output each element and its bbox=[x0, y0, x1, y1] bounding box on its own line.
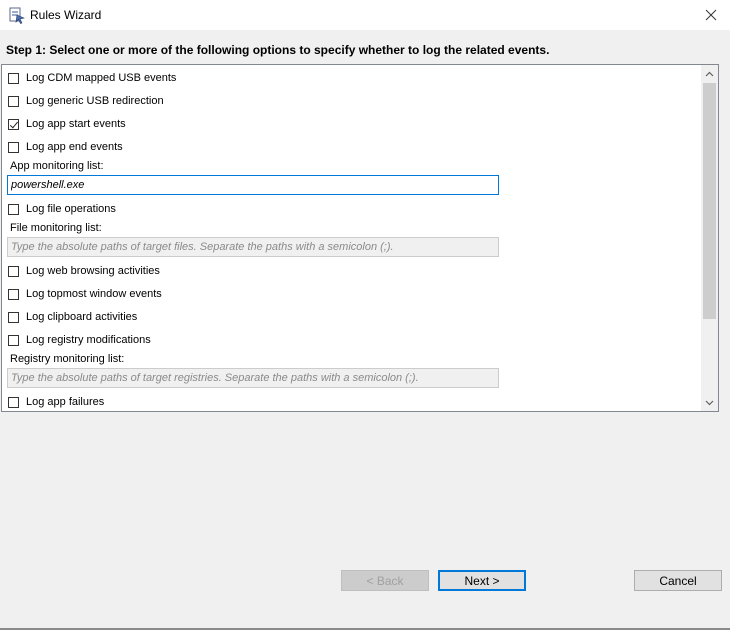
option-label: Log file operations bbox=[26, 203, 116, 215]
title-bar: Rules Wizard bbox=[0, 0, 730, 30]
checkbox[interactable] bbox=[8, 95, 19, 107]
option-label: Log app start events bbox=[26, 118, 126, 130]
scrollbar-thumb[interactable] bbox=[703, 83, 716, 319]
option-label: Log generic USB redirection bbox=[26, 95, 164, 107]
checkbox[interactable] bbox=[8, 288, 19, 300]
rules-wizard-icon bbox=[9, 7, 25, 24]
checkbox[interactable] bbox=[8, 141, 19, 153]
checkbox[interactable] bbox=[8, 311, 19, 323]
option-log-web-browsing[interactable]: Log web browsing activities bbox=[8, 263, 160, 279]
window-title: Rules Wizard bbox=[30, 8, 102, 22]
registry-monitoring-input bbox=[7, 368, 499, 388]
cancel-button[interactable]: Cancel bbox=[634, 570, 722, 591]
checkbox[interactable] bbox=[8, 334, 19, 346]
option-label: Log app end events bbox=[26, 141, 123, 153]
step-title: Step 1: Select one or more of the follow… bbox=[6, 43, 550, 57]
vertical-scrollbar[interactable] bbox=[701, 65, 718, 411]
option-label: Log clipboard activities bbox=[26, 311, 138, 323]
option-log-app-failures[interactable]: Log app failures bbox=[8, 394, 104, 410]
checkbox[interactable] bbox=[8, 72, 19, 84]
close-button[interactable] bbox=[692, 0, 730, 30]
option-log-topmost-window[interactable]: Log topmost window events bbox=[8, 286, 162, 302]
registry-monitoring-label: Registry monitoring list: bbox=[10, 353, 125, 365]
option-label: Log app failures bbox=[26, 396, 105, 408]
option-log-app-start[interactable]: Log app start events bbox=[8, 116, 126, 132]
chevron-up-icon bbox=[705, 71, 714, 76]
option-log-generic-usb[interactable]: Log generic USB redirection bbox=[8, 93, 164, 109]
checkbox[interactable] bbox=[8, 265, 19, 277]
chevron-down-icon bbox=[705, 400, 714, 405]
option-log-registry[interactable]: Log registry modifications bbox=[8, 332, 151, 348]
scroll-up-button[interactable] bbox=[701, 65, 718, 82]
option-label: Log CDM mapped USB events bbox=[26, 72, 177, 84]
next-button[interactable]: Next > bbox=[438, 570, 526, 591]
option-log-app-end[interactable]: Log app end events bbox=[8, 139, 123, 155]
file-monitoring-label: File monitoring list: bbox=[10, 222, 102, 234]
option-label: Log registry modifications bbox=[26, 334, 151, 346]
option-label: Log web browsing activities bbox=[26, 265, 160, 277]
checkbox[interactable] bbox=[8, 396, 19, 408]
checkbox[interactable] bbox=[8, 203, 19, 215]
app-monitoring-label: App monitoring list: bbox=[10, 160, 104, 172]
option-label: Log topmost window events bbox=[26, 288, 162, 300]
close-icon bbox=[705, 9, 717, 21]
app-monitoring-input[interactable] bbox=[7, 175, 499, 195]
file-monitoring-input bbox=[7, 237, 499, 257]
checkbox-checked[interactable] bbox=[8, 118, 19, 130]
option-log-cdm-usb[interactable]: Log CDM mapped USB events bbox=[8, 70, 176, 86]
option-log-file-ops[interactable]: Log file operations bbox=[8, 201, 116, 217]
option-log-clipboard[interactable]: Log clipboard activities bbox=[8, 309, 137, 325]
back-button[interactable]: < Back bbox=[341, 570, 429, 591]
scroll-down-button[interactable] bbox=[701, 394, 718, 411]
options-panel: Log CDM mapped USB events Log generic US… bbox=[1, 64, 719, 412]
